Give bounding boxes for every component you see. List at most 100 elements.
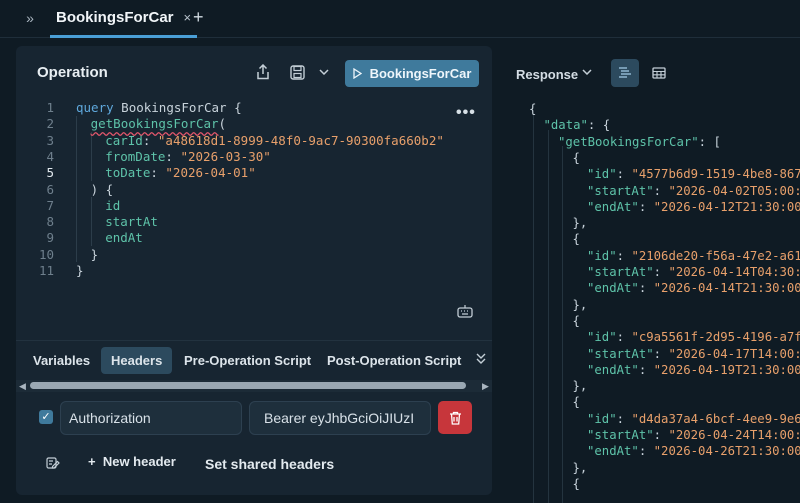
run-operation-button[interactable]: BookingsForCar xyxy=(345,60,479,87)
tree-view-icon[interactable] xyxy=(611,59,639,87)
json-line: { xyxy=(529,102,537,116)
json-line: }, xyxy=(572,379,588,394)
tab-variables[interactable]: Variables xyxy=(23,347,100,374)
json-line: }, xyxy=(572,216,588,231)
new-header-label: New header xyxy=(102,454,176,469)
response-json[interactable]: {"data": {"getBookingsForCar": [{"id": "… xyxy=(500,96,800,503)
line-number: 1 xyxy=(46,100,54,115)
query-editor[interactable]: 1 query BookingsForCar { 2 getBookingsForCa… xyxy=(16,98,492,378)
expand-chevron-icon[interactable] xyxy=(476,353,486,368)
tab-bookings-for-car[interactable]: BookingsForCar × xyxy=(50,0,198,38)
share-icon[interactable] xyxy=(253,62,273,82)
delete-header-button[interactable] xyxy=(438,401,472,434)
save-icon[interactable] xyxy=(287,62,307,82)
json-line: "startAt": "2026-04-17T14:00:0 xyxy=(587,346,800,361)
chevron-down-icon[interactable] xyxy=(314,62,334,82)
operation-panel: Operation BookingsForCar 1 query Bookings… xyxy=(16,46,492,495)
json-line: "startAt": "2026-04-24T14:00:0 xyxy=(587,428,800,442)
response-header: Response xyxy=(500,46,800,96)
json-line: "id": "2106de20-f56a-47e2-a614 xyxy=(587,248,800,263)
line-number: 7 xyxy=(46,197,54,213)
code-text: query BookingsForCar { xyxy=(76,100,242,115)
code-text: getBookingsForCar( xyxy=(90,116,227,132)
header-value-field[interactable]: Bearer eyJhbGciOiJIUzI xyxy=(249,401,431,435)
operation-title: Operation xyxy=(37,64,108,81)
line-number: 2 xyxy=(46,116,54,132)
code-line[interactable]: 6 ) { xyxy=(16,182,492,198)
json-line: "id": "c9a5561f-2d95-4196-a7fb xyxy=(587,330,800,345)
tab-post-operation-script[interactable]: Post-Operation Script xyxy=(317,347,471,374)
indent-guide xyxy=(548,130,549,503)
code-text: toDate: "2026-04-01" xyxy=(105,165,256,181)
line-number: 10 xyxy=(38,246,54,262)
line-number: 6 xyxy=(46,181,54,197)
json-line: { xyxy=(572,313,580,328)
code-text: ) { xyxy=(90,181,114,197)
json-line: "startAt": "2026-04-14T04:30:0 xyxy=(587,265,800,279)
indent-guide xyxy=(533,114,534,503)
scroll-left-icon[interactable]: ◀ xyxy=(19,380,26,392)
json-line: "id": "d4da37a4-6bcf-4ee9-9e60 xyxy=(587,411,800,426)
code-line[interactable]: 5 toDate: "2026-04-01" xyxy=(16,165,492,181)
code-text: endAt xyxy=(105,230,143,246)
code-text: } xyxy=(90,246,99,262)
plus-icon: + xyxy=(88,454,103,469)
scroll-right-icon[interactable]: ▶ xyxy=(482,380,489,392)
code-line[interactable]: 3 carId: "a48618d1-8999-48f0-9ac7-90300fa… xyxy=(16,133,492,149)
header-actions: + New header Set shared headers xyxy=(16,446,492,486)
code-line[interactable]: 9 endAt xyxy=(16,230,492,246)
scrollbar-thumb[interactable] xyxy=(30,382,466,389)
add-tab-icon[interactable]: + xyxy=(193,7,204,28)
horizontal-scrollbar[interactable]: ◀ ▶ xyxy=(16,380,492,392)
response-title[interactable]: Response xyxy=(516,67,578,82)
line-number: 3 xyxy=(46,132,54,148)
code-text: } xyxy=(76,263,84,278)
close-icon[interactable]: × xyxy=(184,10,192,25)
json-line: { xyxy=(572,232,580,247)
json-line: "data": { xyxy=(543,118,611,133)
operation-header: Operation BookingsForCar xyxy=(16,46,492,96)
new-header-button[interactable]: + New header xyxy=(88,454,176,469)
play-icon xyxy=(352,68,362,79)
indent-guide xyxy=(562,146,563,503)
more-icon[interactable]: ••• xyxy=(456,104,476,122)
line-number: 9 xyxy=(46,230,54,246)
sub-tab-bar: Variables Headers Pre-Operation Script P… xyxy=(16,340,492,380)
json-line: "id": "4577b6d9-1519-4be8-8679 xyxy=(587,167,800,182)
header-enabled-checkbox[interactable]: ✓ xyxy=(39,410,53,424)
code-line[interactable]: 11} xyxy=(16,263,492,279)
json-line: { xyxy=(572,476,580,491)
json-line: "startAt": "2026-04-02T05:00:0 xyxy=(587,183,800,198)
json-line: "getBookingsForCar": [ xyxy=(558,134,721,149)
tab-pre-operation-script[interactable]: Pre-Operation Script xyxy=(174,347,321,374)
code-text: id xyxy=(105,197,121,213)
collapse-sidebar-icon[interactable]: » xyxy=(20,8,40,28)
json-line: "endAt": "2026-04-19T21:30:00. xyxy=(587,362,800,377)
code-line[interactable]: 8 startAt xyxy=(16,214,492,230)
code-line[interactable]: 4 fromDate: "2026-03-30" xyxy=(16,149,492,165)
code-line[interactable]: 1 query BookingsForCar { xyxy=(16,100,492,116)
line-number: 11 xyxy=(38,263,54,278)
chevron-down-icon[interactable] xyxy=(582,66,592,78)
line-number: 5 xyxy=(46,165,54,181)
set-shared-headers-button[interactable]: Set shared headers xyxy=(205,456,334,472)
trash-icon xyxy=(449,411,461,425)
table-view-icon[interactable] xyxy=(645,59,673,87)
json-line: "endAt": "2026-04-14T21:30:00. xyxy=(587,281,800,296)
json-line: }, xyxy=(572,297,588,312)
code-line[interactable]: 2 getBookingsForCar( xyxy=(16,116,492,132)
json-line: "endAt": "2026-04-12T21:30:00. xyxy=(587,199,800,214)
edit-icon[interactable] xyxy=(46,456,60,475)
keyboard-icon[interactable] xyxy=(457,304,473,323)
json-line: { xyxy=(572,150,580,165)
line-number: 8 xyxy=(46,214,54,230)
json-line: }, xyxy=(572,460,588,475)
line-number: 4 xyxy=(46,148,54,164)
tab-headers[interactable]: Headers xyxy=(101,347,173,374)
tab-bar: » BookingsForCar × + xyxy=(0,0,800,38)
code-line[interactable]: 7 id xyxy=(16,198,492,214)
header-key-field[interactable]: Authorization xyxy=(60,401,242,435)
tab-label: BookingsForCar xyxy=(56,9,174,26)
code-line[interactable]: 10} xyxy=(16,247,492,263)
code-text: startAt xyxy=(105,214,158,230)
